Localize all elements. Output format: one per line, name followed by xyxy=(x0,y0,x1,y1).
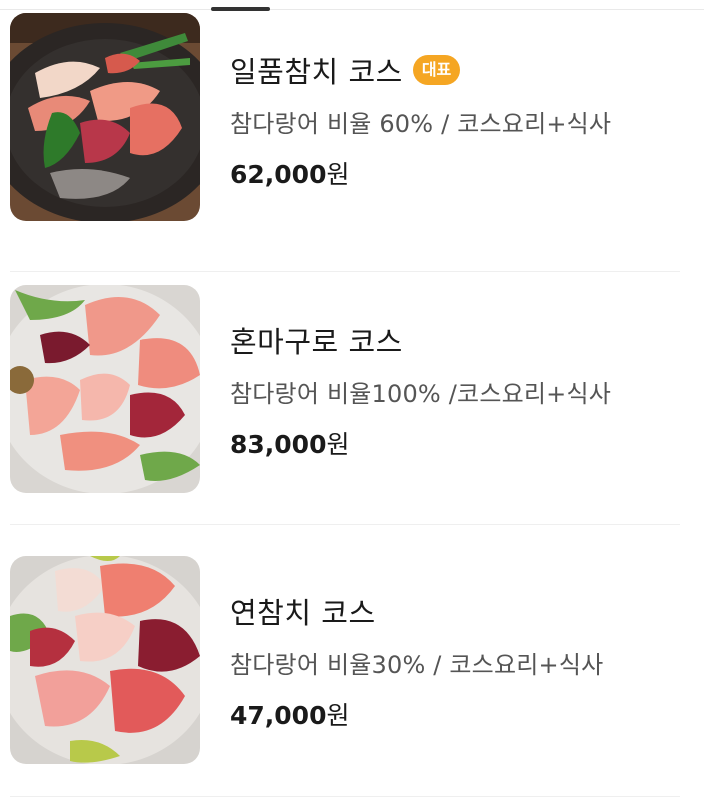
tuna-sashimi-platter-image xyxy=(10,285,200,493)
tuna-sashimi-platter-image xyxy=(10,13,200,221)
menu-item-title: 혼마구로 코스 xyxy=(230,325,403,359)
menu-item-yeoncham[interactable]: 연참치 코스 참다랑어 비율30% / 코스요리+식사 47,000원 xyxy=(10,525,680,797)
price-currency: 원 xyxy=(326,701,350,730)
menu-item-description: 참다랑어 비율100% /코스요리+식사 xyxy=(230,380,612,408)
price-value: 62,000 xyxy=(230,160,327,189)
menu-item-price: 47,000원 xyxy=(230,696,603,732)
menu-item-title: 연참치 코스 xyxy=(230,596,376,630)
menu-item-description: 참다랑어 비율30% / 코스요리+식사 xyxy=(230,651,604,679)
price-value: 47,000 xyxy=(230,701,327,730)
menu-item-price: 62,000원 xyxy=(230,155,611,191)
price-value: 83,000 xyxy=(230,430,327,459)
price-currency: 원 xyxy=(326,160,350,189)
signature-badge: 대표 xyxy=(412,55,461,85)
menu-item-price: 83,000원 xyxy=(230,425,611,461)
menu-item-honmaguro[interactable]: 혼마구로 코스 참다랑어 비율100% /코스요리+식사 83,000원 xyxy=(10,253,680,525)
tuna-sashimi-platter-image xyxy=(10,556,200,764)
price-currency: 원 xyxy=(326,430,350,459)
menu-item-title: 일품참치 코스 xyxy=(230,55,403,89)
menu-item-description: 참다랑어 비율 60% / 코스요리+식사 xyxy=(230,110,612,138)
menu-item-ilpum[interactable]: 일품참치 코스 대표 참다랑어 비율 60% / 코스요리+식사 62,000원 xyxy=(10,0,680,272)
